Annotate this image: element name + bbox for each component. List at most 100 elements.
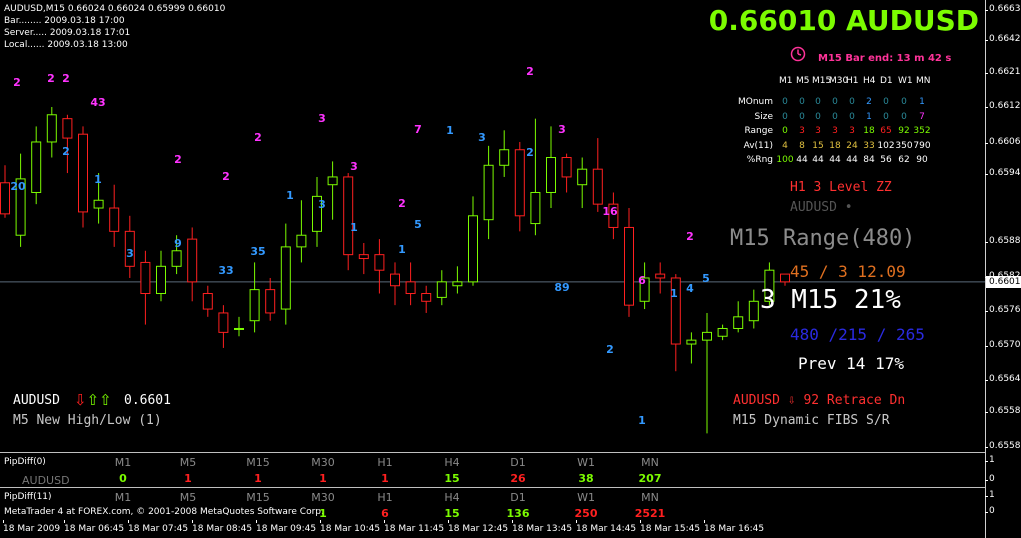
time-label: 18 Mar 10:45 (320, 520, 381, 534)
price-tick: 0.65945 (984, 168, 1021, 178)
candle-body (93, 199, 104, 209)
tf-label-d1: D1 (510, 491, 526, 504)
candle-body (530, 191, 541, 225)
zigzag-marker: 2 (526, 65, 534, 78)
candle-body (577, 168, 588, 186)
zigzag-marker: 35 (250, 245, 265, 258)
zigzag-marker: 1 (638, 414, 646, 427)
stats-header-m1: M1 (779, 76, 793, 86)
zigzag-marker: 3 (350, 160, 358, 173)
tf-label-m1: M1 (114, 456, 132, 469)
stats-cell: 100 (776, 155, 794, 165)
candle-body (62, 118, 73, 139)
candle-body (717, 327, 728, 337)
candle-body (187, 238, 198, 283)
stats-cell: 0 (782, 97, 788, 107)
price-scale[interactable]: 0.66635 0.66425 0.66215 0.66125 0.66065 0.659… (984, 0, 1021, 538)
stats-cell: 56 (880, 155, 892, 165)
stats-row-label: Av(11) (743, 140, 773, 151)
candle-body (296, 234, 307, 248)
candle-body (405, 281, 416, 295)
stats-cell: 1 (866, 111, 872, 122)
stats-cell: 18 (829, 140, 841, 151)
candle-body (655, 273, 666, 279)
stats-cell: 0 (832, 97, 838, 107)
time-axis: 18 Mar 2009 18 Mar 06:45 18 Mar 07:45 18 Ma… (0, 520, 985, 538)
stats-cell: 7 (919, 111, 925, 122)
zigzag-marker: 7 (414, 123, 422, 136)
time-label: 18 Mar 13:45 (512, 520, 573, 534)
stats-cell: 0 (883, 97, 889, 107)
stats-cell: 0 (832, 111, 838, 122)
stats-cell: 0 (782, 126, 788, 136)
stats-cell: 3 (815, 126, 821, 136)
candle-body (702, 331, 712, 341)
stats-cell: 92 (898, 126, 910, 136)
price-tick: 0.65585 (984, 441, 1021, 451)
stats-cell: 0 (901, 97, 907, 107)
zigzag-marker: 1 (94, 173, 102, 186)
tf-value-m5: 1 (184, 472, 192, 485)
candle-body (624, 226, 634, 306)
candle-body (202, 293, 213, 310)
zigzag-marker: 2 (254, 131, 262, 144)
zigzag-marker: 4 (686, 282, 694, 295)
stats-header-h4: H4 (863, 76, 876, 86)
candle-body (546, 157, 556, 193)
zigzag-marker: 2 (62, 72, 70, 85)
stats-header-d1: D1 (880, 76, 893, 86)
zigzag-marker: 2 (526, 146, 534, 159)
tf-label-w1: W1 (577, 491, 595, 504)
time-label: 18 Mar 14:45 (576, 520, 637, 534)
stats-cell: 18 (863, 126, 875, 136)
tf-value-h4: 15 (444, 472, 460, 485)
candle-body (343, 176, 354, 256)
candle-body (436, 281, 447, 298)
tf-value-h4: 15 (444, 507, 460, 520)
m15-percent-label: 3 M15 21% (760, 285, 901, 315)
candle-body (780, 273, 790, 283)
stats-cell: 0 (849, 111, 855, 122)
h1-level-label: H1 3 Level ZZ (790, 180, 892, 195)
stats-cell: 15 (812, 140, 824, 151)
zigzag-marker: 1 (350, 221, 358, 234)
time-label: 18 Mar 06:45 (64, 520, 125, 534)
tf-label-m5: M5 (179, 491, 197, 504)
stats-cell: 44 (829, 155, 841, 165)
bar-end-timer: M15 Bar end: 13 m 42 s (818, 53, 952, 64)
stats-header-w1: W1 (898, 76, 913, 86)
stats-cell: 84 (863, 155, 875, 165)
stats-cell: 24 (846, 140, 858, 151)
range-sub-label: 45 / 3 12.09 (790, 262, 906, 281)
tf-label-mn: MN (641, 491, 659, 504)
price-tick: 0.65585 (984, 406, 1021, 416)
pipdiff11-panel[interactable]: PipDiff(11) MetaTrader 4 at FOREX.com, ©… (0, 487, 985, 521)
time-label: 18 Mar 11:45 (384, 520, 445, 534)
price-tick: 0.66215 (984, 67, 1021, 77)
pipdiff0-label: PipDiff(0) (4, 457, 46, 467)
stats-cell: 3 (799, 126, 805, 136)
tf-value-m30: 1 (319, 507, 327, 520)
price-tick: 0.66425 (984, 34, 1021, 44)
candle-body (327, 176, 338, 186)
candle-body (421, 293, 432, 302)
time-label: 18 Mar 15:45 (640, 520, 701, 534)
candle-body (592, 168, 603, 205)
tf-label-m30: M30 (311, 456, 335, 469)
pipdiff0-panel[interactable]: PipDiff(0) AUDUSD M1 0 M5 1 M15 1 M30 1 H1 1 H4 15 D… (0, 452, 985, 487)
time-label: 18 Mar 07:45 (128, 520, 189, 534)
stats-cell: 3 (849, 126, 855, 136)
subpanel-tick: 1 (985, 490, 995, 500)
pipdiff0-symbol: AUDUSD (22, 474, 70, 487)
tf-label-w1: W1 (577, 456, 595, 469)
price-tick: 0.66635 (984, 4, 1021, 14)
tf-label-m1: M1 (114, 491, 132, 504)
stats-cell: 352 (913, 126, 931, 136)
candle-body (514, 149, 525, 217)
stats-cell: 62 (898, 155, 910, 165)
new-high-low-label: M5 New High/Low (1) (13, 413, 162, 428)
stats-cell: 44 (796, 155, 808, 165)
tf-label-m5: M5 (179, 456, 197, 469)
zigzag-marker: 3 (558, 123, 566, 136)
zigzag-marker: 1 (446, 124, 454, 137)
